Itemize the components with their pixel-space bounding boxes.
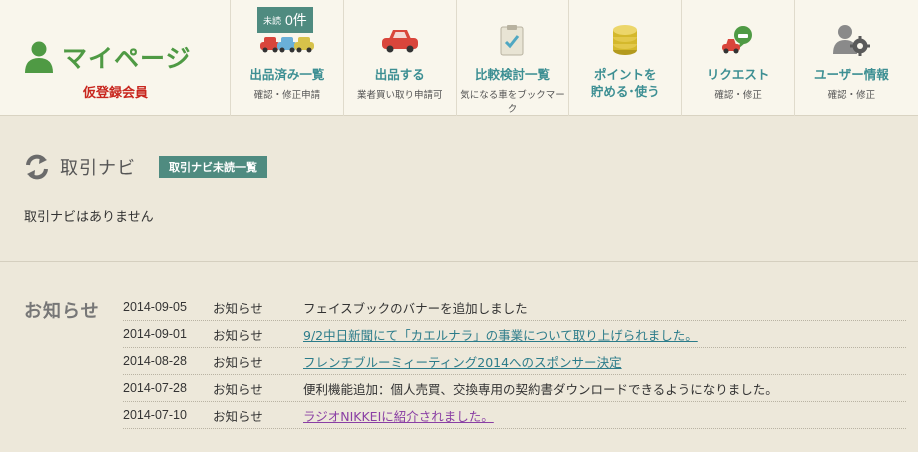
news-date: 2014-09-05 xyxy=(123,300,187,314)
nav-sublabel: 確認・修正申請 xyxy=(253,90,321,101)
mypage-title[interactable]: マイページ xyxy=(24,40,192,74)
news-item: 2014-07-28 お知らせ 便利機能追加：個人売買、交換専用の契約書ダウンロ… xyxy=(123,375,906,402)
nav-label: ユーザー情報 xyxy=(814,67,889,82)
news-link[interactable]: フレンチブルーミィーティング2014へのスポンサー決定 xyxy=(303,355,622,370)
mypage-block: マイページ 仮登録会員 xyxy=(0,0,231,116)
news-category: お知らせ xyxy=(213,354,263,370)
torihiki-unread-button[interactable]: 取引ナビ未読一覧 xyxy=(159,156,267,178)
nav-points[interactable]: ポイントを 貯める･使う xyxy=(569,0,683,116)
news-date: 2014-08-28 xyxy=(123,354,187,368)
refresh-arrows-icon xyxy=(26,154,48,180)
news-list: 2014-09-05 お知らせ フェイスブックのバナーを追加しました 2014-… xyxy=(123,294,906,429)
nav-label: 比較検討一覧 xyxy=(474,67,550,82)
badge-count: 0件 xyxy=(285,12,307,28)
member-status: 仮登録会員 xyxy=(82,86,148,101)
person-icon xyxy=(25,41,53,73)
news-date: 2014-07-10 xyxy=(123,408,187,422)
nav-label-line2: 貯める･使う xyxy=(590,84,660,99)
news-category: お知らせ xyxy=(213,300,263,316)
news-date: 2014-07-28 xyxy=(123,381,187,395)
mypage-title-text: マイページ xyxy=(62,44,192,73)
nav-compare[interactable]: 比較検討一覧 気になる車をブックマーク xyxy=(457,0,570,116)
news-item: 2014-08-28 お知らせ フレンチブルーミィーティング2014へのスポンサ… xyxy=(123,348,906,375)
news-item: 2014-09-05 お知らせ フェイスブックのバナーを追加しました xyxy=(123,294,906,321)
red-car-icon xyxy=(344,20,456,60)
badge-label: 未読 xyxy=(263,15,282,26)
torihiki-empty-message: 取引ナビはありません xyxy=(24,210,154,225)
nav-sublabel: 気になる車をブックマーク xyxy=(460,90,565,115)
nav-label: 出品する xyxy=(374,67,425,82)
news-date: 2014-09-01 xyxy=(123,327,187,341)
nav-label: リクエスト xyxy=(706,67,770,82)
torihiki-heading: 取引ナビ xyxy=(24,152,136,182)
news-section: お知らせ 2014-09-05 お知らせ フェイスブックのバナーを追加しました … xyxy=(0,263,918,452)
torihiki-section: 取引ナビ 取引ナビ未読一覧 取引ナビはありません xyxy=(0,116,918,262)
nav-label: 出品済み一覧 xyxy=(249,67,325,82)
news-link[interactable]: ラジオNIKKEIに紹介されました。 xyxy=(303,409,494,424)
news-item: 2014-07-10 お知らせ ラジオNIKKEIに紹介されました。 xyxy=(123,402,906,429)
nav-label-line1: ポイントを xyxy=(594,67,657,82)
nav-listed-items[interactable]: 未読 0件 出品済み一覧 確認・修正申請 xyxy=(231,0,344,116)
news-category: お知らせ xyxy=(213,408,263,424)
unread-badge: 未読 0件 xyxy=(257,7,313,33)
request-car-icon xyxy=(682,20,794,60)
nav-user-info[interactable]: ユーザー情報 確認・修正 xyxy=(795,0,908,116)
nav-sublabel: 業者買い取り申請可 xyxy=(356,90,443,101)
header: マイページ 仮登録会員 未読 0件 出品済み一覧 確認・修正申請 出品する 業者… xyxy=(0,0,918,116)
news-text: フェイスブックのバナーを追加しました xyxy=(303,300,528,316)
torihiki-title: 取引ナビ xyxy=(60,158,136,179)
news-category: お知らせ xyxy=(213,327,263,343)
news-category: お知らせ xyxy=(213,381,263,397)
nav-sublabel: 確認・修正 xyxy=(714,90,762,101)
news-text: 便利機能追加：個人売買、交換専用の契約書ダウンロードできるようになりました。 xyxy=(303,381,778,397)
news-item: 2014-09-01 お知らせ 9/2中日新聞にて「カエルナラ」の事業について取… xyxy=(123,321,906,348)
clipboard-check-icon xyxy=(457,20,569,60)
news-link[interactable]: 9/2中日新聞にて「カエルナラ」の事業について取り上げられました。 xyxy=(303,328,698,343)
main-nav: 未読 0件 出品済み一覧 確認・修正申請 出品する 業者買い取り申請可 比較検討… xyxy=(231,0,908,116)
coins-icon xyxy=(569,20,681,60)
nav-request[interactable]: リクエスト 確認・修正 xyxy=(682,0,795,116)
news-title: お知らせ xyxy=(24,301,100,322)
cars-icon xyxy=(231,32,343,56)
nav-sell[interactable]: 出品する 業者買い取り申請可 xyxy=(344,0,457,116)
user-gear-icon xyxy=(795,20,908,60)
nav-sublabel: 確認・修正 xyxy=(827,90,876,101)
